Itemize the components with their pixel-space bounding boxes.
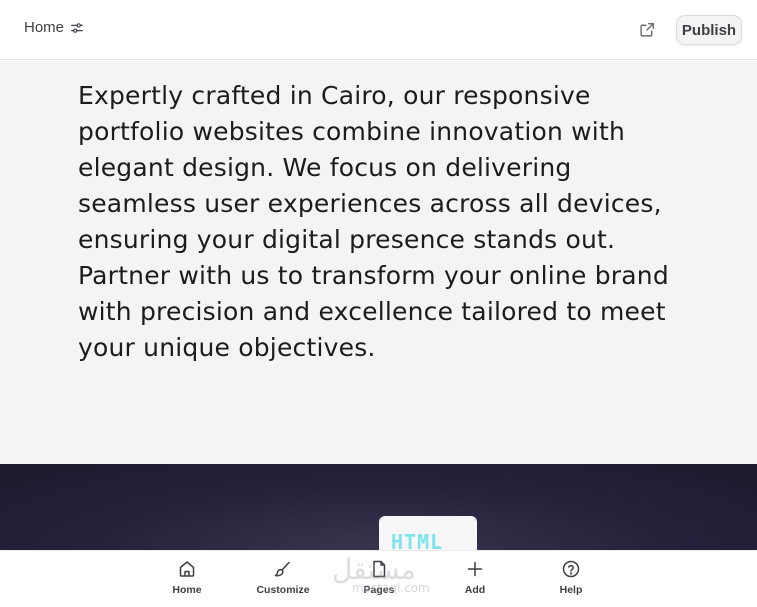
intro-paragraph: Expertly crafted in Cairo, our responsiv… bbox=[78, 81, 669, 362]
nav-item-add[interactable]: Add bbox=[440, 559, 510, 596]
sliders-icon bbox=[71, 22, 83, 33]
home-label: Home bbox=[24, 19, 65, 36]
home-icon bbox=[179, 561, 195, 577]
nav-label-add: Add bbox=[464, 584, 486, 596]
external-link-icon[interactable] bbox=[639, 21, 656, 38]
nav-item-help[interactable]: Help bbox=[536, 559, 606, 596]
html-card: HTML bbox=[379, 516, 477, 554]
content-section: Expertly crafted in Cairo, our responsiv… bbox=[0, 61, 757, 464]
publish-button[interactable]: Publish bbox=[676, 15, 742, 45]
nav-label-pages: Pages bbox=[363, 584, 395, 596]
nav-item-pages[interactable]: Pages bbox=[344, 559, 414, 596]
help-circle-icon bbox=[562, 560, 580, 578]
nav-label-help: Help bbox=[559, 584, 583, 596]
nav-label-home: Home bbox=[172, 584, 202, 596]
bottom-nav: Home Customize Pages Add Help bbox=[0, 550, 757, 607]
hero-section: HTML bbox=[0, 464, 757, 554]
top-bar: Home Publish bbox=[0, 0, 757, 60]
plus-icon bbox=[467, 561, 483, 577]
home-page-selector[interactable]: Home bbox=[24, 19, 84, 36]
nav-item-customize[interactable]: Customize bbox=[248, 559, 318, 596]
page-icon bbox=[373, 560, 386, 578]
nav-label-customize: Customize bbox=[256, 584, 310, 596]
brush-icon bbox=[274, 561, 290, 577]
nav-item-home[interactable]: Home bbox=[152, 559, 222, 596]
